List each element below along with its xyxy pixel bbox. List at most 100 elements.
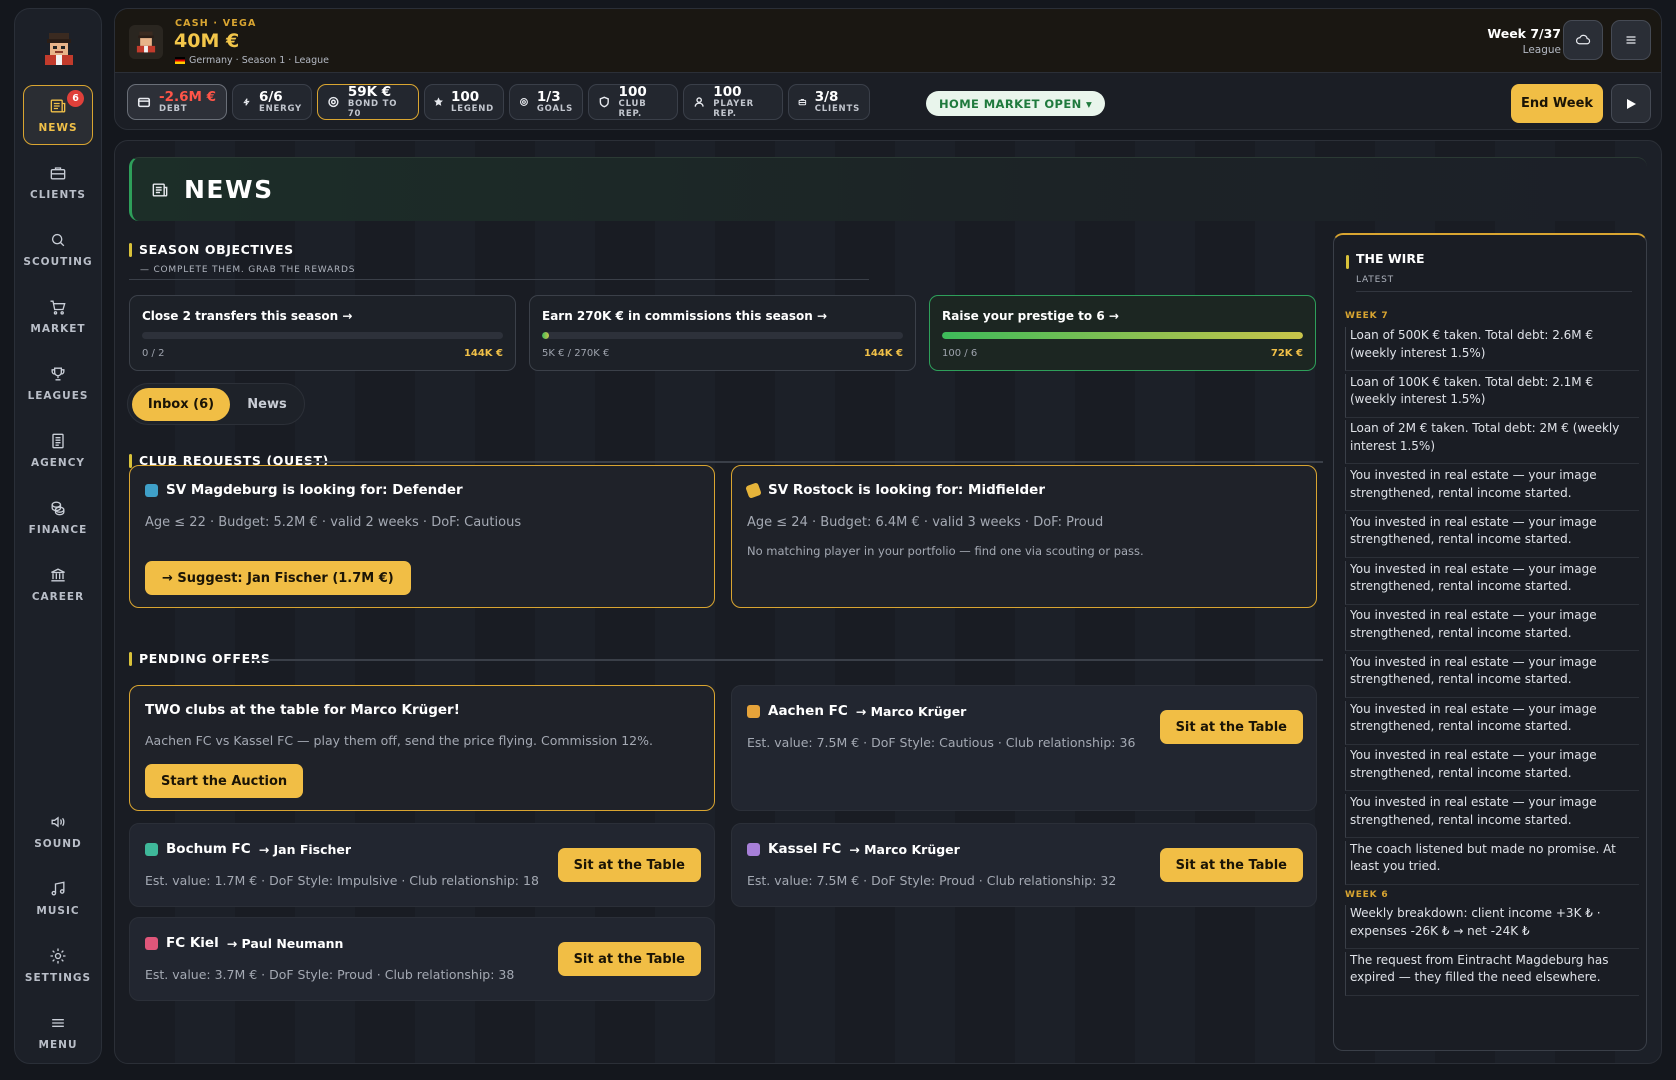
suggest-player-button[interactable]: → Suggest: Jan Fischer (1.7M €) (145, 561, 411, 595)
sidebar-item-career[interactable]: CAREER (23, 554, 93, 614)
stat-value: 1/3 (536, 89, 561, 105)
sidebar-item-agency[interactable]: AGENCY (23, 420, 93, 480)
sit-at-table-button[interactable]: Sit at the Table (557, 942, 701, 976)
cash-value: 40M € (174, 30, 240, 52)
stat-value: 100 (451, 89, 480, 105)
target-icon (328, 96, 339, 108)
offer-title: Aachen FC → Marco Krüger (747, 703, 966, 719)
objective-card[interactable]: Earn 270K € in commissions this season →… (529, 295, 916, 371)
divider (1356, 291, 1632, 292)
trophy-icon (51, 367, 65, 381)
league-subtitle: Germany · Season 1 · League (175, 55, 329, 66)
coins-icon (51, 501, 65, 516)
sidebar-item-news[interactable]: 6 NEWS (23, 85, 93, 145)
avatar[interactable] (37, 27, 81, 71)
offer-title: Kassel FC → Marco Krüger (747, 841, 960, 857)
auction-card: TWO clubs at the table for Marco Krüger!… (129, 685, 715, 811)
start-auction-button[interactable]: Start the Auction (145, 764, 304, 798)
page-header: NEWS (129, 157, 1647, 221)
objective-progress-bar (142, 332, 503, 339)
tab-inbox[interactable]: Inbox (6) (132, 388, 230, 421)
news-count-badge: 6 (67, 90, 84, 107)
offer-card: FC Kiel → Paul Neumann Est. value: 3.7M €… (129, 917, 715, 1001)
sidebar-item-music[interactable]: MUSIC (23, 868, 93, 928)
stat-debt[interactable]: -2.6M € DEBT (127, 84, 227, 120)
wire-item: The coach listened but made no promise. … (1345, 840, 1639, 885)
wire-item: The request from Eintracht Magdeburg has… (1345, 951, 1639, 996)
sidebar-item-label: NEWS (38, 122, 78, 134)
sit-at-table-button[interactable]: Sit at the Table (1159, 848, 1303, 882)
sidebar-item-finance[interactable]: FINANCE (23, 487, 93, 547)
stat-bond[interactable]: 59K € BOND TO 70 (317, 84, 419, 120)
sidebar-item-settings[interactable]: SETTINGS (23, 935, 93, 995)
club-request-card: SV Magdeburg is looking for: Defender Ag… (129, 465, 715, 608)
wire-title: THE WIRE (1346, 251, 1424, 269)
request-title: SV Rostock is looking for: Midfielder (745, 481, 1045, 499)
wire-item: Loan of 2M € taken. Total debt: 2M € (we… (1345, 420, 1639, 465)
sidebar-item-label: CAREER (31, 591, 85, 603)
stat-player-rep[interactable]: 100 PLAYER REP. (683, 84, 783, 120)
wire-item: You invested in real estate — your image… (1345, 607, 1639, 652)
sidebar-item-menu[interactable]: MENU (23, 1002, 93, 1062)
end-week-button[interactable]: End Week (1511, 84, 1603, 123)
sidebar-item-label: AGENCY (30, 457, 85, 469)
stat-club-rep[interactable]: 100 CLUB REP. (588, 84, 678, 120)
sidebar-item-market[interactable]: MARKET (23, 286, 93, 346)
objective-progress-text: 5K € / 270K € (542, 348, 610, 359)
briefcase-icon (50, 167, 66, 180)
sidebar: 6 NEWS CLIENTS SCOUTING MARKET LEAGUES A… (14, 8, 102, 1064)
tab-news[interactable]: News (234, 388, 300, 421)
newspaper-icon (152, 182, 168, 197)
user-icon (694, 97, 704, 107)
sidebar-item-leagues[interactable]: LEAGUES (23, 353, 93, 413)
offer-card: Bochum FC → Jan Fischer Est. value: 1.7M … (129, 823, 715, 907)
bolt-icon (243, 98, 250, 106)
sidebar-item-label: MUSIC (36, 905, 80, 917)
objective-card[interactable]: Raise your prestige to 6 → 100 / 6 72K € (929, 295, 1316, 371)
club-crest-icon (745, 481, 762, 499)
offer-player: → Paul Neumann (226, 935, 344, 951)
objective-card[interactable]: Close 2 transfers this season → 0 / 2 14… (129, 295, 516, 371)
market-status-dropdown[interactable]: HOME MARKET OPEN ▾ (926, 91, 1106, 116)
newspaper-icon (50, 99, 66, 113)
sit-at-table-button[interactable]: Sit at the Table (1159, 710, 1303, 744)
sidebar-item-scouting[interactable]: SCOUTING (23, 219, 93, 279)
offer-player: → Marco Krüger (849, 841, 960, 857)
stat-label: CLUB REP. (618, 99, 647, 119)
objective-progress-fill (542, 332, 549, 339)
divider (251, 659, 1323, 661)
gear-icon (50, 948, 66, 964)
play-icon (1627, 98, 1636, 109)
stat-energy[interactable]: 6/6 ENERGY (232, 84, 312, 120)
week-competition: League (1522, 44, 1561, 56)
wire-item: You invested in real estate — your image… (1345, 747, 1639, 792)
inbox-tabs: Inbox (6) News (127, 383, 305, 425)
speaker-icon (51, 816, 65, 828)
wire-item: You invested in real estate — your image… (1345, 467, 1639, 512)
stat-label: ENERGY (258, 104, 302, 114)
play-button[interactable] (1611, 84, 1651, 123)
offer-details: Est. value: 7.5M € · DoF Style: Proud · … (747, 873, 1117, 888)
cart-icon (50, 300, 66, 315)
request-note: No matching player in your portfolio — f… (747, 544, 1144, 558)
stat-clients[interactable]: 3/8 CLIENTS (788, 84, 870, 120)
menu-button[interactable] (1611, 20, 1651, 60)
sidebar-item-sound[interactable]: SOUND (23, 801, 93, 861)
club-request-card: SV Rostock is looking for: Midfielder Ag… (731, 465, 1317, 608)
wire-item: You invested in real estate — your image… (1345, 653, 1639, 698)
offer-club: FC Kiel (166, 935, 219, 951)
club-crest-icon (145, 842, 158, 856)
manager-avatar-icon (136, 31, 156, 53)
wire-item: Loan of 500K € taken. Total debt: 2.6M €… (1345, 327, 1639, 371)
cloud-save-button[interactable] (1563, 20, 1603, 60)
stat-goals[interactable]: 1/3 GOALS (509, 84, 583, 120)
stat-legend[interactable]: 100 LEGEND (424, 84, 504, 120)
sidebar-item-label: SCOUTING (23, 256, 93, 268)
cloud-icon (1575, 34, 1591, 45)
main-panel: NEWS SEASON OBJECTIVES — COMPLETE THEM. … (114, 140, 1662, 1064)
sidebar-item-clients[interactable]: CLIENTS (23, 152, 93, 212)
objective-reward: 144K € (463, 348, 503, 359)
request-details: Age ≤ 22 · Budget: 5.2M € · valid 2 week… (145, 515, 522, 530)
header-strip (115, 9, 1661, 73)
sit-at-table-button[interactable]: Sit at the Table (557, 848, 701, 882)
